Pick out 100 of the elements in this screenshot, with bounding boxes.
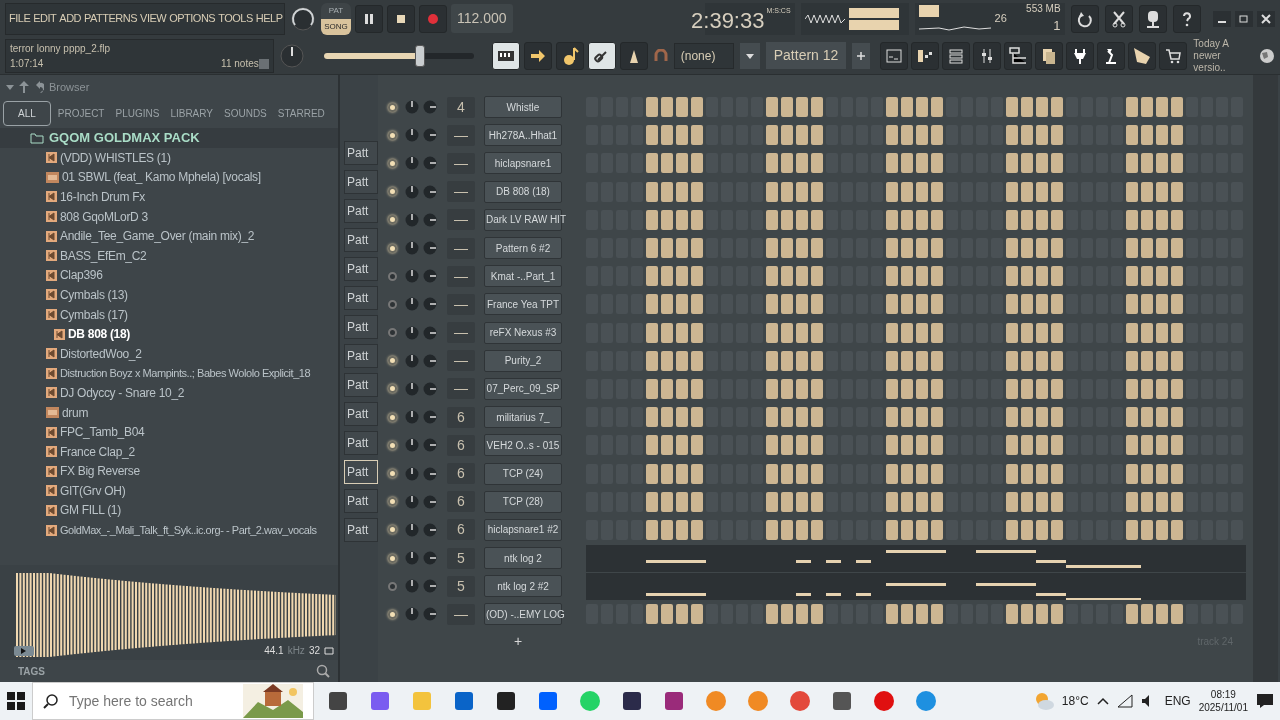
pan-knob[interactable]	[405, 184, 419, 199]
pattern-button[interactable]: Patt	[344, 460, 378, 484]
volume-knob[interactable]	[423, 241, 437, 256]
browser-tab[interactable]: SOUNDS	[220, 101, 271, 126]
back-icon[interactable]	[34, 81, 44, 93]
channel-button[interactable]: hiclapsnare1	[484, 152, 562, 175]
minimize-button[interactable]	[1213, 10, 1231, 27]
pan-knob[interactable]	[405, 128, 419, 143]
mixer-track-number[interactable]: 4	[447, 96, 475, 118]
channel-button[interactable]: Whistle	[484, 96, 562, 119]
pattern-button[interactable]: Patt	[344, 518, 378, 542]
notification-icon[interactable]	[1256, 693, 1274, 709]
channel-led[interactable]	[388, 356, 397, 366]
volume-knob[interactable]	[423, 353, 437, 368]
play-button[interactable]	[14, 645, 34, 656]
mixer-track-number[interactable]: —	[447, 209, 475, 231]
channel-led[interactable]	[388, 102, 397, 112]
channel-led[interactable]	[388, 158, 397, 168]
browser-tab[interactable]: ALL	[3, 101, 51, 126]
pan-knob[interactable]	[405, 551, 419, 566]
mixer-track-number[interactable]: —	[447, 152, 475, 174]
channel-button[interactable]: VEH2 O..s - 015	[484, 434, 562, 457]
channel-button[interactable]: France Yea TPT	[484, 293, 562, 316]
channel-led[interactable]	[388, 553, 397, 563]
file-name[interactable]: Clap396	[60, 266, 103, 285]
stop-button[interactable]	[387, 4, 415, 33]
pattern-button[interactable]: Patt	[344, 257, 378, 281]
pan-knob[interactable]	[405, 494, 419, 509]
browser-tab[interactable]: LIBRARY	[166, 101, 217, 126]
menu-item[interactable]: TOOLS	[218, 10, 253, 27]
master-volume-knob[interactable]	[291, 6, 315, 31]
file-name[interactable]: DistortedWoo_2	[60, 344, 142, 363]
network-icon[interactable]	[1116, 694, 1133, 708]
pan-knob[interactable]	[405, 325, 419, 340]
dropdown-arrow-button[interactable]	[739, 42, 760, 69]
channel-led[interactable]	[388, 130, 397, 140]
pattern-button[interactable]: Patt	[344, 373, 378, 397]
channel-led[interactable]	[388, 440, 397, 450]
pan-knob[interactable]	[405, 156, 419, 171]
folder-row[interactable]: GQOM GOLDMAX PACK	[0, 128, 338, 148]
pan-knob[interactable]	[405, 579, 419, 594]
restore-button[interactable]	[1235, 10, 1253, 27]
scissors-button[interactable]	[1104, 4, 1133, 33]
pan-knob[interactable]	[405, 607, 419, 622]
pattern-button[interactable]: Patt	[344, 170, 378, 194]
volume-knob[interactable]	[423, 522, 437, 537]
channel-led[interactable]	[388, 299, 397, 309]
mixer-track-number[interactable]: 6	[447, 406, 475, 428]
volume-knob[interactable]	[423, 100, 437, 115]
channel-button[interactable]: 07_Perc_09_SP	[484, 377, 562, 400]
pattern-button[interactable]: Patt	[344, 489, 378, 513]
mixer-track-number[interactable]: 5	[447, 575, 475, 597]
menu-item[interactable]: PATTERNS	[84, 10, 138, 27]
channel-button[interactable]: hiclapsnare1 #2	[484, 518, 562, 541]
channel-led[interactable]	[388, 384, 397, 394]
file-name[interactable]: Cymbals (17)	[60, 305, 128, 324]
metronome-button[interactable]	[619, 41, 648, 70]
pan-knob[interactable]	[405, 269, 419, 284]
pan-knob[interactable]	[405, 466, 419, 481]
mixer-track-number[interactable]: 6	[447, 519, 475, 541]
undo-button[interactable]	[1070, 4, 1099, 33]
pan-knob[interactable]	[405, 297, 419, 312]
file-name[interactable]: DB 808 (18)	[68, 325, 131, 344]
channel-led[interactable]	[388, 497, 397, 507]
search-field[interactable]: Type here to search	[67, 689, 235, 713]
volume-knob[interactable]	[423, 438, 437, 453]
channel-led[interactable]	[388, 187, 397, 197]
pattern-button[interactable]: Patt	[344, 315, 378, 339]
volume-thumb[interactable]	[414, 44, 425, 67]
volume-knob[interactable]	[423, 551, 437, 566]
pan-knob[interactable]	[405, 381, 419, 396]
pattern-button[interactable]: Patt	[344, 431, 378, 455]
language-indicator[interactable]: ENG	[1164, 692, 1191, 710]
channel-button[interactable]: reFX Nexus #3	[484, 321, 562, 344]
mixer-track-number[interactable]: —	[447, 181, 475, 203]
record-icon[interactable]	[872, 689, 896, 713]
file-name[interactable]: 808 GqoMLorD 3	[60, 207, 148, 226]
pattern-selector[interactable]: Pattern 12	[765, 42, 847, 69]
channel-button[interactable]: TCP (28)	[484, 490, 562, 513]
help-button[interactable]	[1172, 4, 1201, 33]
collapse-arrow-icon[interactable]	[6, 83, 14, 91]
windows-start-icon[interactable]	[6, 691, 26, 711]
file-name[interactable]: GIT(Grv OH)	[60, 481, 126, 500]
channel-button[interactable]: (OD) -..EMY LOG	[484, 603, 562, 626]
mixer-track-number[interactable]: 5	[447, 547, 475, 569]
channel-button[interactable]: ntk log 2 #2	[484, 575, 562, 598]
channel-led[interactable]	[388, 215, 397, 225]
volume-knob[interactable]	[423, 212, 437, 227]
volume-knob[interactable]	[423, 381, 437, 396]
browser-tab[interactable]: PROJECT	[53, 101, 109, 126]
mode-toggle[interactable]: PAT	[321, 2, 351, 19]
menu-item[interactable]: FILE	[9, 10, 31, 27]
channel-button[interactable]: Purity_2	[484, 349, 562, 372]
mixer-track-number[interactable]: —	[447, 378, 475, 400]
list-button[interactable]	[942, 41, 971, 70]
mixer-track-number[interactable]: —	[447, 603, 475, 625]
step-sequencer-button[interactable]	[911, 41, 940, 70]
snap-dropdown[interactable]: (none)	[673, 42, 734, 69]
file-name[interactable]: (VDD) WHISTLES (1)	[60, 148, 171, 167]
plug-button[interactable]	[1066, 41, 1095, 70]
